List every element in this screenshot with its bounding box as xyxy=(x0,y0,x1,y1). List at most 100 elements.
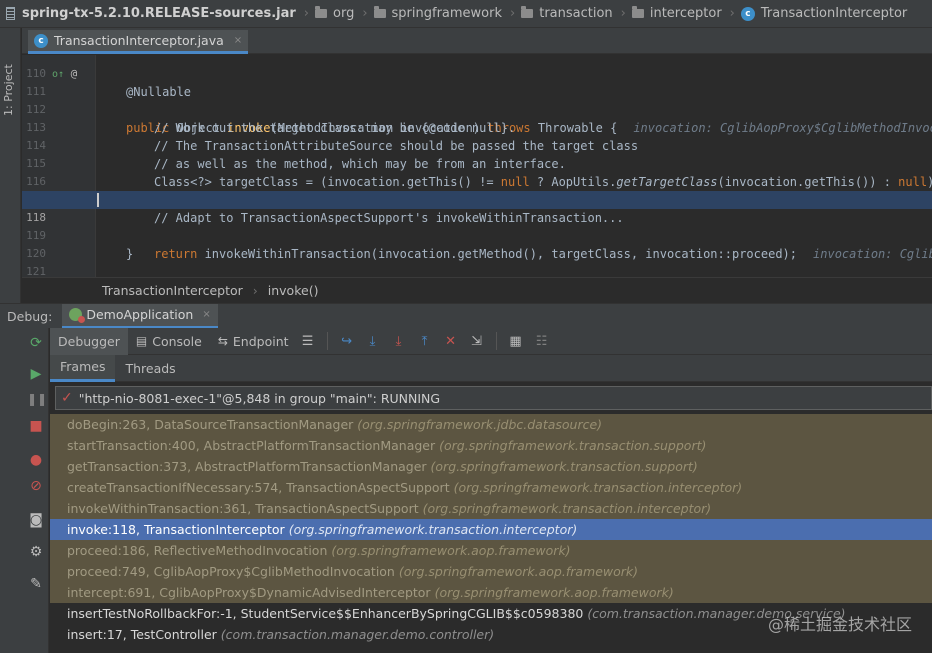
breadcrumb-method-name[interactable]: invoke() xyxy=(268,283,319,298)
folder-icon xyxy=(315,6,327,18)
execution-point-line: 118 return invokeWithinTransaction(invoc… xyxy=(22,191,932,261)
tab-threads[interactable]: Threads xyxy=(115,355,185,382)
breadcrumb-class-name[interactable]: TransactionInterceptor xyxy=(102,283,243,298)
stop-icon[interactable]: ■ xyxy=(27,417,45,435)
breadcrumb-org[interactable]: org xyxy=(315,6,354,21)
layout-menu-icon[interactable]: ☰ xyxy=(297,330,319,352)
frame-package: (org.springframework.transaction.support… xyxy=(439,438,707,453)
tab-endpoint[interactable]: ⇆ Endpoint xyxy=(210,328,297,355)
breadcrumb-separator: › xyxy=(303,6,309,21)
tab-frames[interactable]: Frames xyxy=(50,354,116,382)
frame-row[interactable]: proceed:186, ReflectiveMethodInvocation … xyxy=(50,540,932,561)
frame-row[interactable]: createTransactionIfNecessary:574, Transa… xyxy=(50,477,932,498)
breadcrumb-separator: › xyxy=(510,6,516,21)
breadcrumb-jar[interactable]: spring-tx-5.2.10.RELEASE-sources.jar xyxy=(6,6,296,21)
tab-console-label: Console xyxy=(152,333,202,349)
show-execution-point-icon[interactable]: ↪ xyxy=(336,330,358,352)
toolbar-separator xyxy=(326,332,328,350)
frames-threads-tabs: Frames Threads xyxy=(50,354,932,382)
left-tool-stripe: 1: Project xyxy=(0,28,21,303)
editor-tab-transaction-interceptor[interactable]: c TransactionInterceptor.java × xyxy=(28,30,249,54)
frame-method: proceed:749, CglibAopProxy$CglibMethodIn… xyxy=(67,564,395,579)
frame-method: startTransaction:400, AbstractPlatformTr… xyxy=(67,438,436,453)
console-icon: ▤ xyxy=(135,334,148,348)
frame-method: proceed:186, ReflectiveMethodInvocation xyxy=(67,543,328,558)
thread-selector[interactable]: ✓ "http-nio-8081-exec-1"@5,848 in group … xyxy=(55,386,932,410)
frame-package: (org.springframework.jdbc.datasource) xyxy=(357,417,603,432)
code-line: 117 // Adapt to TransactionAspectSupport… xyxy=(22,173,932,225)
frame-row[interactable]: doBegin:263, DataSourceTransactionManage… xyxy=(50,414,932,435)
frame-row[interactable]: getTransaction:373, AbstractPlatformTran… xyxy=(50,456,932,477)
frame-row[interactable]: invokeWithinTransaction:361, Transaction… xyxy=(50,498,932,519)
view-breakpoints-icon[interactable]: ● xyxy=(27,451,45,469)
mute-breakpoints-icon[interactable]: ⊘ xyxy=(27,477,45,495)
breadcrumb-separator: › xyxy=(729,6,735,21)
frame-row[interactable]: startTransaction:400, AbstractPlatformTr… xyxy=(50,435,932,456)
jar-icon xyxy=(6,7,15,20)
rerun-icon[interactable]: ⟳ xyxy=(27,334,45,352)
debug-session-label: DemoApplication xyxy=(86,307,194,322)
breadcrumb-org-label: org xyxy=(333,6,355,21)
tab-console[interactable]: ▤ Console xyxy=(128,328,210,355)
code-line: 116 xyxy=(22,155,932,188)
evaluate-expression-icon[interactable]: ▦ xyxy=(505,330,527,352)
code-line: 122 //----------------------------------… xyxy=(22,263,932,277)
frame-method: getTransaction:373, AbstractPlatformTran… xyxy=(67,459,427,474)
tab-threads-label: Threads xyxy=(125,360,176,376)
run-to-cursor-icon[interactable]: ⇲ xyxy=(466,330,488,352)
code-editor[interactable]: 110 @Nullable 111 o↑ @ public Object inv… xyxy=(22,55,932,277)
code-line: 114 // as well as the method, which may … xyxy=(22,119,932,171)
frame-row[interactable]: proceed:749, CglibAopProxy$CglibMethodIn… xyxy=(50,561,932,582)
frame-method: invoke:118, TransactionInterceptor xyxy=(67,522,285,537)
folder-icon xyxy=(373,6,386,18)
frame-method: doBegin:263, DataSourceTransactionManage… xyxy=(67,417,354,432)
gear-icon[interactable]: ⚙ xyxy=(27,543,45,561)
code-line: 115 Class<?> targetClass = (invocation.g… xyxy=(22,137,932,189)
camera-icon[interactable]: ◙ xyxy=(27,511,45,529)
frame-method: insertTestNoRollbackFor:-1, StudentServi… xyxy=(67,606,584,621)
frame-package: (org.springframework.aop.framework) xyxy=(331,543,571,558)
frame-package: (org.springframework.transaction.interce… xyxy=(453,480,743,495)
debug-side-toolbar: ⟳ ▶ ❚❚ ■ ● ⊘ ◙ ⚙ ✎ xyxy=(0,328,49,653)
frame-method: intercept:691, CglibAopProxy$DynamicAdvi… xyxy=(67,585,431,600)
step-over-icon[interactable]: ⤓ xyxy=(362,330,384,352)
breadcrumb-separator: › xyxy=(252,282,258,298)
breadcrumb-interceptor[interactable]: interceptor xyxy=(631,6,722,21)
check-icon: ✓ xyxy=(61,390,73,406)
frame-row-selected[interactable]: invoke:118, TransactionInterceptor (org.… xyxy=(50,519,932,540)
tab-endpoint-label: Endpoint xyxy=(232,333,289,349)
breadcrumb-transaction[interactable]: transaction xyxy=(521,6,613,21)
step-out-icon[interactable]: ⤒ xyxy=(414,330,436,352)
code-line: 110 @Nullable xyxy=(22,55,932,99)
frame-row[interactable]: intercept:691, CglibAopProxy$DynamicAdvi… xyxy=(50,582,932,603)
breadcrumb-class[interactable]: c TransactionInterceptor xyxy=(740,6,907,21)
tab-debugger-label: Debugger xyxy=(58,333,120,349)
tab-frames-label: Frames xyxy=(60,359,106,374)
project-tool-tab[interactable]: 1: Project xyxy=(2,36,19,116)
breadcrumb-springframework[interactable]: springframework xyxy=(373,6,502,21)
step-into-icon[interactable]: ⤓ xyxy=(388,330,410,352)
code-line: 120 xyxy=(22,227,932,260)
text-cursor xyxy=(97,193,99,207)
frame-package: (org.springframework.transaction.support… xyxy=(430,459,698,474)
folder-icon xyxy=(521,6,534,18)
close-icon[interactable]: × xyxy=(234,35,242,46)
debug-session-tab[interactable]: DemoApplication × xyxy=(62,303,218,329)
drop-frame-icon[interactable]: ✕ xyxy=(440,330,462,352)
override-marker-icon[interactable]: o↑ @ xyxy=(52,65,77,84)
watermark: @稀土掘金技术社区 xyxy=(767,615,912,634)
frame-package: (org.springframework.transaction.interce… xyxy=(288,522,578,537)
trace-icon[interactable]: ☷ xyxy=(531,330,553,352)
pin-icon[interactable]: ✎ xyxy=(27,575,45,593)
code-line: 113 // The TransactionAttributeSource sh… xyxy=(22,101,932,153)
class-icon: c xyxy=(740,6,755,21)
class-icon: c xyxy=(34,33,48,48)
pause-icon[interactable]: ❚❚ xyxy=(27,390,47,408)
frame-method: createTransactionIfNecessary:574, Transa… xyxy=(67,480,450,495)
resume-icon[interactable]: ▶ xyxy=(27,365,45,383)
tab-debugger[interactable]: Debugger xyxy=(50,327,128,355)
frame-package: (org.springframework.aop.framework) xyxy=(398,564,639,579)
navigation-bar: spring-tx-5.2.10.RELEASE-sources.jar › o… xyxy=(0,0,932,28)
frame-method: insert:17, TestController xyxy=(67,627,217,642)
close-icon[interactable]: × xyxy=(202,309,210,320)
